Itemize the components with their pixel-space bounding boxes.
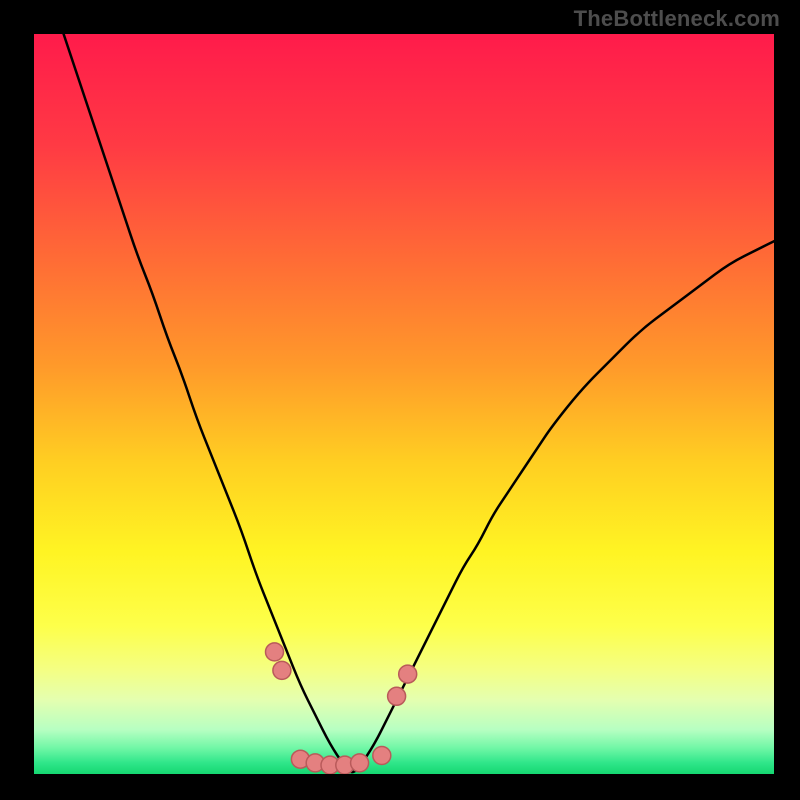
plot-area [34, 34, 774, 774]
marker-point [273, 661, 291, 679]
outer-frame: TheBottleneck.com [0, 0, 800, 800]
bottleneck-curve [64, 34, 774, 772]
chart-svg [34, 34, 774, 774]
marker-group [266, 643, 417, 774]
marker-point [373, 747, 391, 765]
watermark-text: TheBottleneck.com [574, 6, 780, 32]
marker-point [388, 687, 406, 705]
marker-point [351, 754, 369, 772]
marker-point [266, 643, 284, 661]
marker-point [399, 665, 417, 683]
